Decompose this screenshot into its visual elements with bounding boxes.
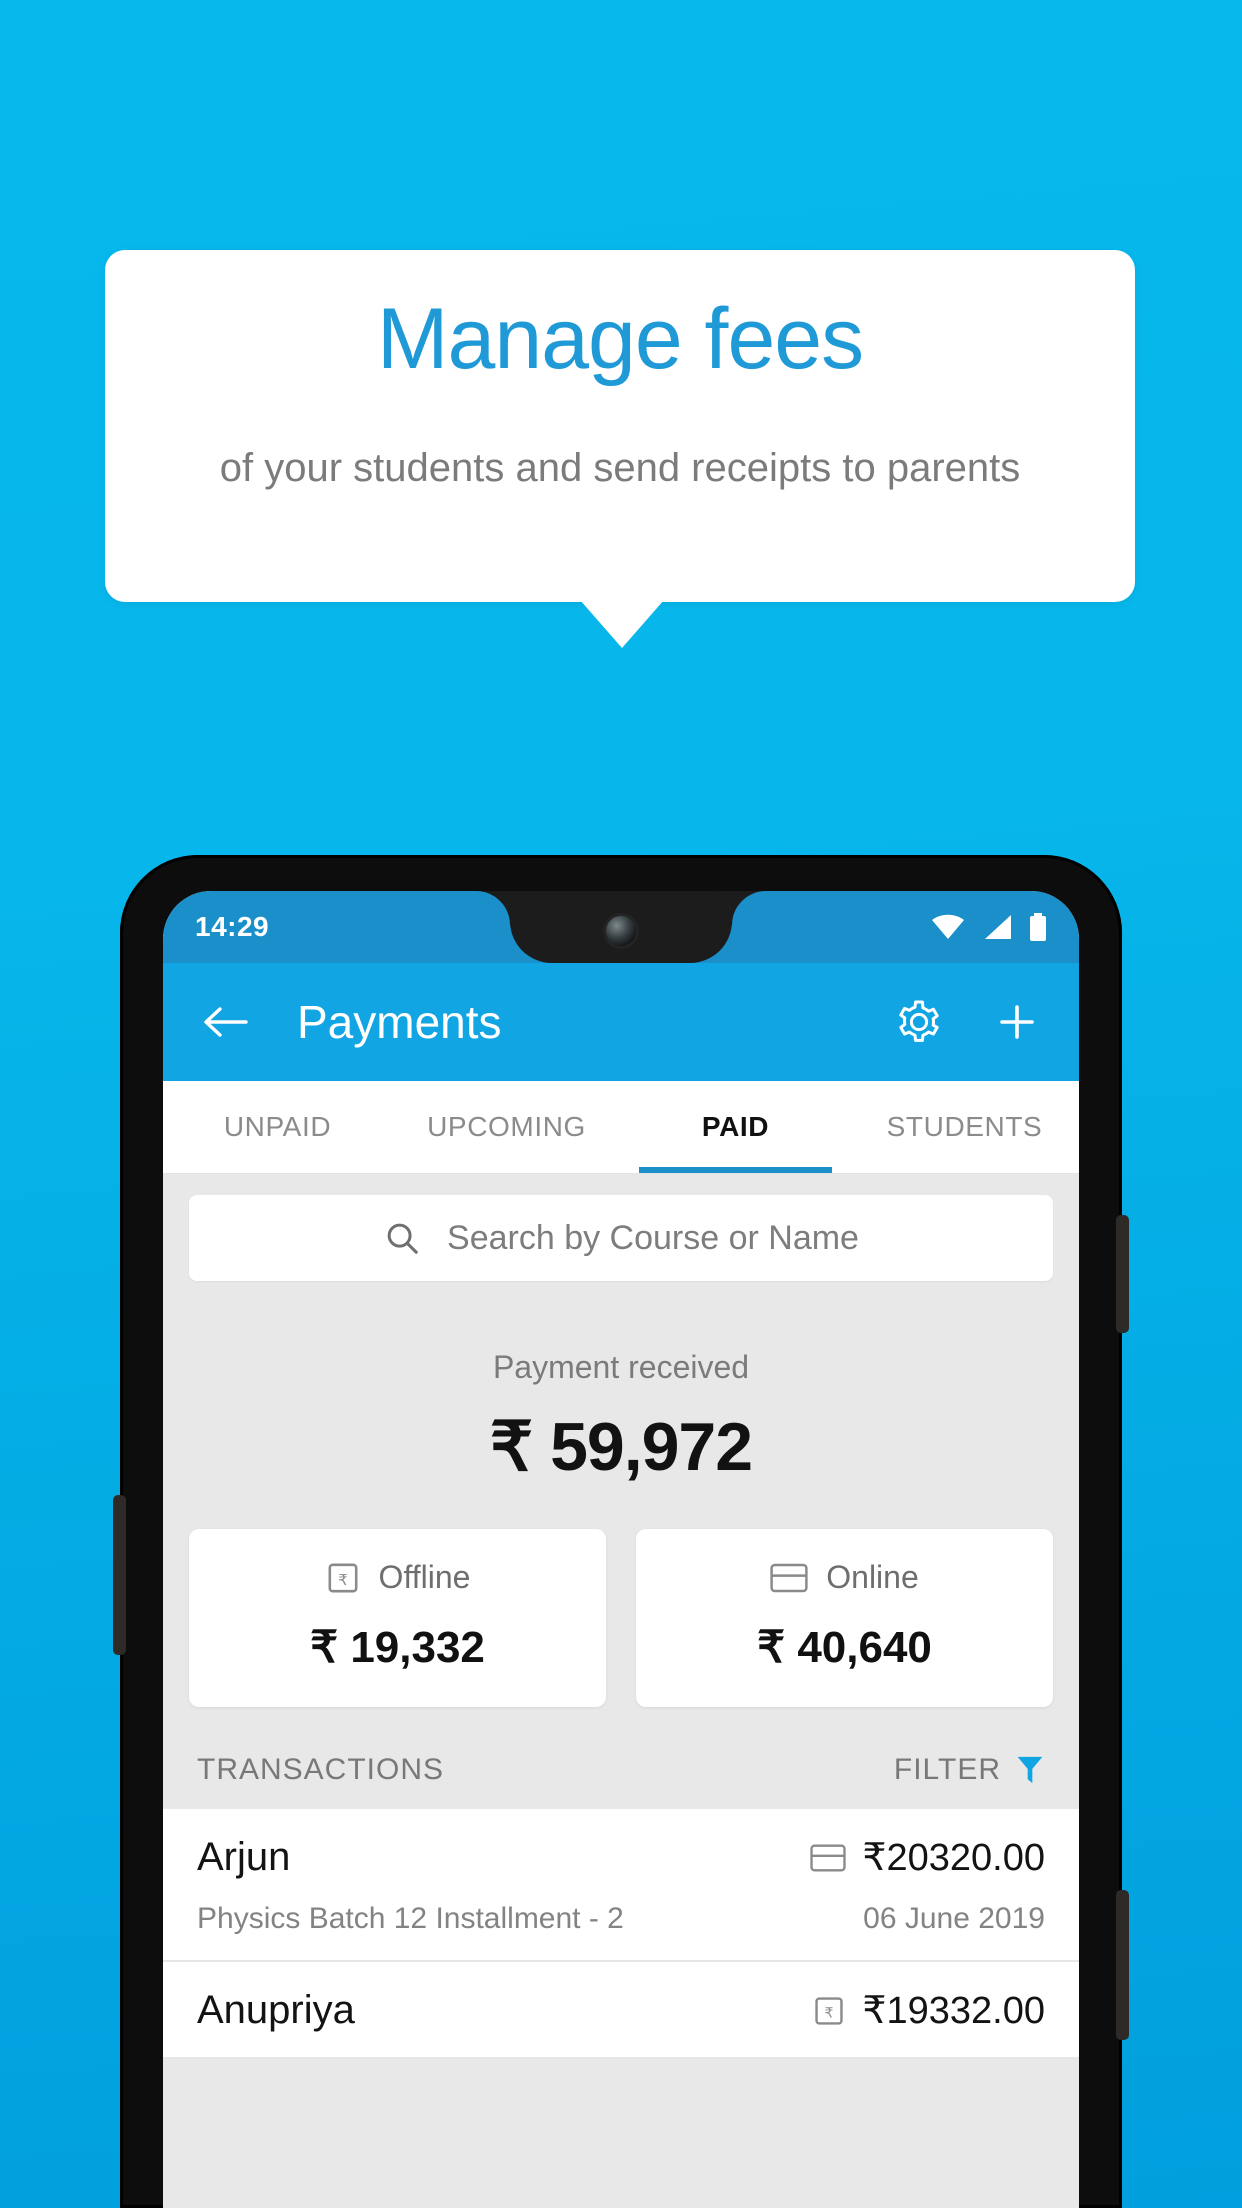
svg-text:₹: ₹ — [825, 2005, 834, 2021]
tab-paid[interactable]: PAID — [621, 1081, 850, 1173]
search-icon — [387, 1223, 418, 1254]
tab-students[interactable]: STUDENTS — [850, 1081, 1079, 1173]
transaction-primary-line: Anupriya ₹ ₹19332.00 — [197, 1988, 1045, 2033]
receipt-rupee-icon: ₹ — [328, 1563, 358, 1592]
payment-summary: Payment received ₹ 59,972 — [163, 1281, 1079, 1487]
search-section: Search by Course or Name — [163, 1173, 1079, 1281]
tab-unpaid[interactable]: UNPAID — [163, 1081, 392, 1173]
online-card-label: Online — [826, 1559, 919, 1595]
search-input[interactable]: Search by Course or Name — [189, 1195, 1053, 1281]
payment-received-label: Payment received — [492, 1349, 750, 1385]
promo-card-tail — [580, 600, 664, 648]
back-button[interactable] — [197, 994, 253, 1050]
offline-card-label: Offline — [378, 1559, 471, 1595]
credit-card-icon — [770, 1563, 808, 1592]
signal-icon — [985, 915, 1011, 939]
transaction-student-name: Arjun — [197, 1835, 291, 1879]
battery-icon — [1030, 913, 1046, 941]
transactions-header: TRANSACTIONS FILTER — [163, 1707, 1079, 1809]
page-title: Payments — [297, 996, 502, 1048]
transactions-title: TRANSACTIONS — [197, 1753, 445, 1786]
status-bar-clock: 14:29 — [195, 911, 270, 942]
receipt-rupee-icon: ₹ — [815, 1996, 843, 2025]
transaction-student-name: Anupriya — [197, 1988, 355, 2032]
add-payment-button[interactable] — [989, 994, 1045, 1050]
payment-method-cards: ₹ Offline ₹ 19,332 Online ₹ 40,640 — [163, 1487, 1079, 1707]
transaction-primary-line: Arjun ₹20320.00 — [197, 1835, 1045, 1880]
offline-payments-card[interactable]: ₹ Offline ₹ 19,332 — [189, 1529, 606, 1707]
online-card-amount: ₹ 40,640 — [757, 1623, 932, 1672]
transaction-description: Physics Batch 12 Installment - 2 — [197, 1902, 624, 1935]
wifi-icon — [932, 914, 964, 939]
paid-tab-content: Search by Course or Name Payment receive… — [163, 1173, 1079, 2208]
promo-subtitle: of your students and send receipts to pa… — [219, 446, 1021, 490]
promo-card: Manage fees of your students and send re… — [105, 250, 1135, 602]
transactions-list: Arjun ₹20320.00 Physics Batch 12 Install… — [163, 1809, 1079, 2059]
table-row[interactable]: Arjun ₹20320.00 Physics Batch 12 Install… — [163, 1809, 1079, 1962]
online-payments-card[interactable]: Online ₹ 40,640 — [636, 1529, 1053, 1707]
filter-button[interactable]: FILTER — [894, 1753, 1045, 1787]
filter-icon — [1017, 1756, 1043, 1784]
gear-icon — [899, 1000, 939, 1042]
app-bar: Payments — [163, 963, 1079, 1081]
offline-card-header: ₹ Offline — [189, 1559, 606, 1596]
transaction-amount-group: ₹20320.00 — [810, 1835, 1045, 1880]
credit-card-icon — [810, 1844, 846, 1871]
plus-icon — [1000, 1005, 1034, 1039]
promo-title: Manage fees — [376, 291, 864, 387]
phone-device-frame: 14:29 Payments UNPAID UPCOMING PAID STUD… — [113, 855, 1129, 2208]
search-placeholder-text: Search by Course or Name — [447, 1218, 859, 1257]
phone-screen: 14:29 Payments UNPAID UPCOMING PAID STUD… — [163, 891, 1079, 2208]
promo-screenshot: Manage fees of your students and send re… — [0, 0, 1242, 2208]
tab-bar: UNPAID UPCOMING PAID STUDENTS — [163, 1081, 1079, 1173]
online-card-header: Online — [636, 1559, 1053, 1596]
phone-notch — [510, 891, 732, 963]
arrow-left-icon — [204, 1007, 248, 1037]
tab-upcoming[interactable]: UPCOMING — [392, 1081, 621, 1173]
phone-power-button — [1116, 1215, 1129, 1333]
transaction-amount: ₹19332.00 — [862, 1990, 1045, 2032]
table-row[interactable]: Anupriya ₹ ₹19332.00 — [163, 1962, 1079, 2059]
payment-received-amount: ₹ 59,972 — [489, 1409, 753, 1485]
transaction-date: 06 June 2019 — [863, 1902, 1045, 1935]
svg-text:₹: ₹ — [338, 1571, 348, 1588]
transaction-secondary-line: Physics Batch 12 Installment - 2 06 June… — [197, 1902, 1045, 1936]
transaction-amount: ₹20320.00 — [862, 1837, 1045, 1879]
front-camera-icon — [606, 916, 636, 946]
filter-label: FILTER — [893, 1753, 1001, 1786]
settings-button[interactable] — [891, 994, 947, 1050]
transaction-amount-group: ₹ ₹19332.00 — [812, 1988, 1045, 2033]
phone-assistant-button — [113, 1495, 126, 1655]
phone-volume-button — [1116, 1890, 1129, 2040]
offline-card-amount: ₹ 19,332 — [310, 1623, 485, 1672]
status-bar-icons — [931, 913, 1047, 941]
